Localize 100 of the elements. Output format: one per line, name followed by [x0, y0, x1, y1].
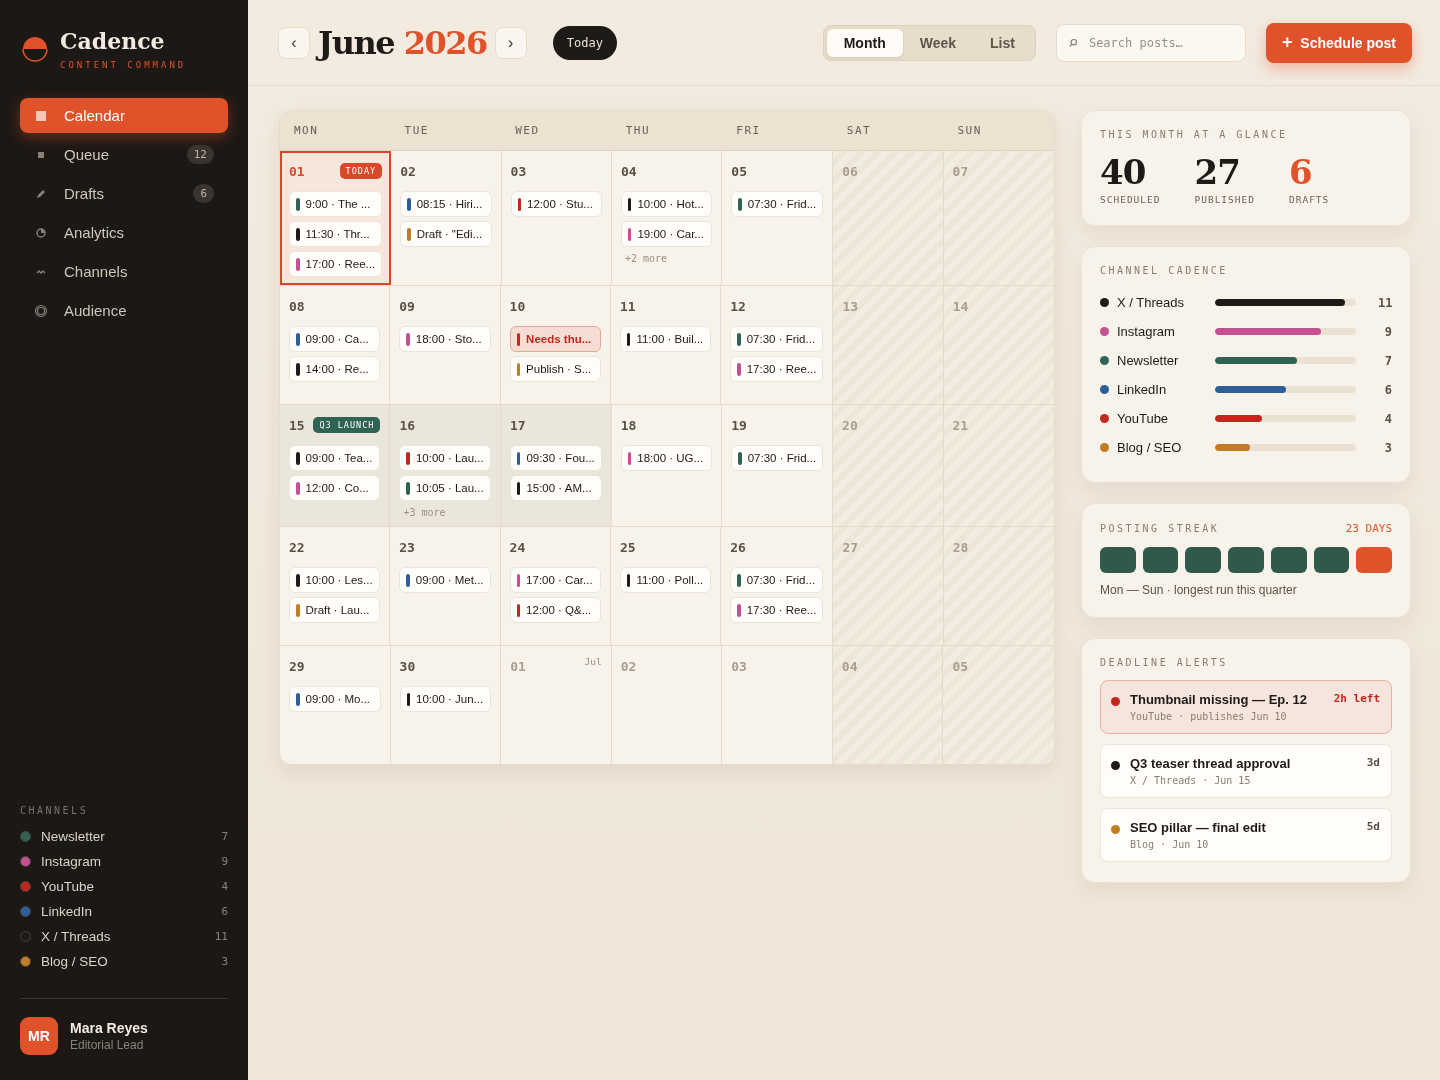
day-cell[interactable]: 11 11:00 · Buil... [610, 286, 722, 404]
card-title: DEADLINE ALERTS [1100, 657, 1229, 668]
post-chip[interactable]: 07:30 · Frid... [730, 326, 824, 352]
view-tab[interactable]: List [973, 28, 1032, 57]
day-cell[interactable]: 03 12:00 · Stu... [501, 151, 612, 285]
day-badge: Q3 LAUNCH [313, 417, 381, 433]
avatar: MR [20, 1017, 58, 1055]
schedule-post-button[interactable]: + Schedule post [1265, 22, 1412, 63]
day-cell[interactable]: 16 10:00 · Lau... 10:05 · Lau... +3 more [390, 405, 501, 526]
alert-item[interactable]: Thumbnail missing — Ep. 12 YouTube · publishes Jun 10 2h left [1100, 680, 1392, 734]
post-chip[interactable]: 10:00 · Les... [289, 567, 381, 593]
previous-button[interactable]: ‹ [278, 26, 310, 59]
day-cell[interactable]: 04 10:00 · Hot... 19:00 · Car... +2 more [611, 151, 723, 285]
day-cell[interactable]: 25 11:00 · Poll... [610, 527, 722, 645]
alert-item[interactable]: SEO pillar — final edit Blog · Jun 10 5d [1100, 808, 1392, 862]
day-cell[interactable]: 02 08:15 · Hiri... Draft · "Edi... [391, 151, 502, 285]
post-chip[interactable]: 17:30 · Ree... [730, 597, 824, 623]
weekday-label: TUE [403, 123, 430, 139]
day-cell[interactable]: 17 09:30 · Fou... 15:00 · AM... [500, 405, 612, 526]
post-chip[interactable]: 10:00 · Hot... [620, 191, 713, 217]
stat-label: PUBLISHED [1194, 194, 1255, 205]
post-chip[interactable]: 14:00 · Re... [289, 356, 381, 382]
day-cell[interactable]: 19 07:30 · Frid... [722, 405, 834, 526]
nav-item[interactable]: Analytics [20, 215, 228, 250]
stat-value: 27 [1194, 152, 1241, 192]
post-chip[interactable]: 07:30 · Frid... [731, 191, 824, 217]
search-field[interactable]: Search posts… [1055, 23, 1246, 62]
post-chip[interactable]: Publish · S... [509, 356, 601, 382]
channel-item[interactable]: Newsletter 7 [20, 824, 228, 849]
post-chip[interactable]: 18:00 · Sto... [399, 326, 491, 352]
post-chip[interactable]: 09:00 · Ca... [289, 326, 381, 352]
nav-item[interactable]: Channels [20, 254, 228, 289]
post-chip[interactable]: Draft · Lau... [289, 597, 381, 623]
day-number: 12 [730, 298, 746, 314]
post-chip[interactable]: 09:00 · Met... [399, 567, 491, 593]
post-chip[interactable]: 09:30 · Fou... [509, 445, 602, 471]
post-chip[interactable]: 12:00 · Stu... [510, 191, 602, 217]
day-number: 20 [842, 417, 858, 433]
post-chip[interactable]: 10:00 · Lau... [399, 445, 491, 471]
channel-name: Blog / SEO [1117, 440, 1183, 455]
day-cell[interactable]: 23 09:00 · Met... [390, 527, 501, 645]
post-chip[interactable]: 19:00 · Car... [620, 221, 713, 247]
channel-item[interactable]: X / Threads 11 [20, 924, 228, 949]
day-cell[interactable]: 05 07:30 · Frid... [722, 151, 834, 285]
post-chip[interactable]: 07:30 · Frid... [730, 567, 824, 593]
nav-item[interactable]: Audience [20, 293, 228, 328]
post-chip[interactable]: 17:30 · Ree... [730, 356, 824, 382]
day-cell[interactable]: 08 09:00 · Ca... 14:00 · Re... [280, 286, 391, 404]
post-chip[interactable]: 10:00 · Jun... [399, 686, 492, 712]
day-cell[interactable]: 26 07:30 · Frid... 17:30 · Ree... [721, 527, 834, 645]
channel-item[interactable]: LinkedIn 6 [20, 899, 228, 924]
alert-item[interactable]: Q3 teaser thread approval X / Threads · Jun 15 3d [1100, 744, 1392, 798]
count-badge: 12 [186, 145, 214, 164]
view-tab[interactable]: Week [902, 28, 973, 57]
post-chip[interactable]: Needs thu... [509, 326, 601, 352]
day-cell[interactable]: 18 18:00 · UG... [611, 405, 723, 526]
day-cell[interactable]: 12 07:30 · Frid... 17:30 · Ree... [721, 286, 834, 404]
post-chip[interactable]: 08:15 · Hiri... [400, 191, 492, 217]
day-cell[interactable]: 10 Needs thu... Publish · S... [500, 286, 611, 404]
post-chip[interactable]: 18:00 · UG... [620, 445, 713, 471]
post-chip[interactable]: 11:00 · Poll... [619, 567, 712, 593]
post-chip[interactable]: 07:30 · Frid... [731, 445, 824, 471]
day-cell[interactable]: 09 18:00 · Sto... [390, 286, 501, 404]
day-cell[interactable]: 29 09:00 · Mo... [280, 646, 391, 764]
channel-item[interactable]: Blog / SEO 3 [20, 949, 228, 974]
next-button[interactable]: › [494, 26, 527, 59]
day-cell[interactable]: 22 10:00 · Les... Draft · Lau... [280, 527, 391, 645]
post-chip[interactable]: 9:00 · The ... [289, 191, 383, 217]
view-tab[interactable]: Month [826, 28, 903, 57]
streak-count: 23 DAYS [1345, 522, 1392, 535]
day-cell[interactable]: 01 TODAY 9:00 · The ... 11:30 · Thr... 17:00 · Ree... [280, 151, 392, 285]
day-badge: TODAY [339, 163, 383, 179]
post-chip[interactable]: 09:00 · Mo... [289, 686, 381, 712]
post-chip[interactable]: 12:00 · Co... [289, 475, 381, 501]
nav-item[interactable]: Queue 12 [20, 137, 228, 172]
post-chip[interactable]: 12:00 · Q&... [509, 597, 601, 623]
streak-caption: Mon — Sun · longest run this quarter [1100, 583, 1298, 597]
weekday-label: SUN [956, 123, 983, 139]
channel-item[interactable]: Instagram 9 [20, 849, 228, 874]
post-chip[interactable]: 11:00 · Buil... [619, 326, 712, 352]
channel-item[interactable]: YouTube 4 [20, 874, 228, 899]
nav-item[interactable]: Drafts 6 [20, 176, 228, 211]
post-chip[interactable]: 17:00 · Car... [509, 567, 601, 593]
post-chip[interactable]: 10:05 · Lau... [399, 475, 491, 501]
alert-due: 2h left [1333, 692, 1380, 705]
user-name: Mara Reyes [70, 1020, 148, 1036]
day-number: 04 [841, 658, 858, 674]
app-tagline: CONTENT COMMAND [60, 60, 187, 70]
post-chip[interactable]: Draft · "Edi... [400, 221, 492, 247]
today-button[interactable]: Today [552, 25, 617, 60]
post-chip[interactable]: 09:00 · Tea... [289, 445, 381, 471]
day-cell[interactable]: 24 17:00 · Car... 12:00 · Q&... [500, 527, 611, 645]
post-chip[interactable]: 11:30 · Thr... [289, 221, 383, 247]
post-chip[interactable]: 15:00 · AM... [509, 475, 602, 501]
post-chip[interactable]: 17:00 · Ree... [289, 251, 383, 277]
nav-item[interactable]: Calendar [20, 98, 228, 133]
day-number: 03 [510, 163, 527, 179]
day-cell[interactable]: 15 Q3 LAUNCH 09:00 · Tea... 12:00 · Co... [280, 405, 391, 526]
day-cell[interactable]: 30 10:00 · Jun... [390, 646, 502, 764]
alert-title: SEO pillar — final edit [1130, 820, 1267, 835]
